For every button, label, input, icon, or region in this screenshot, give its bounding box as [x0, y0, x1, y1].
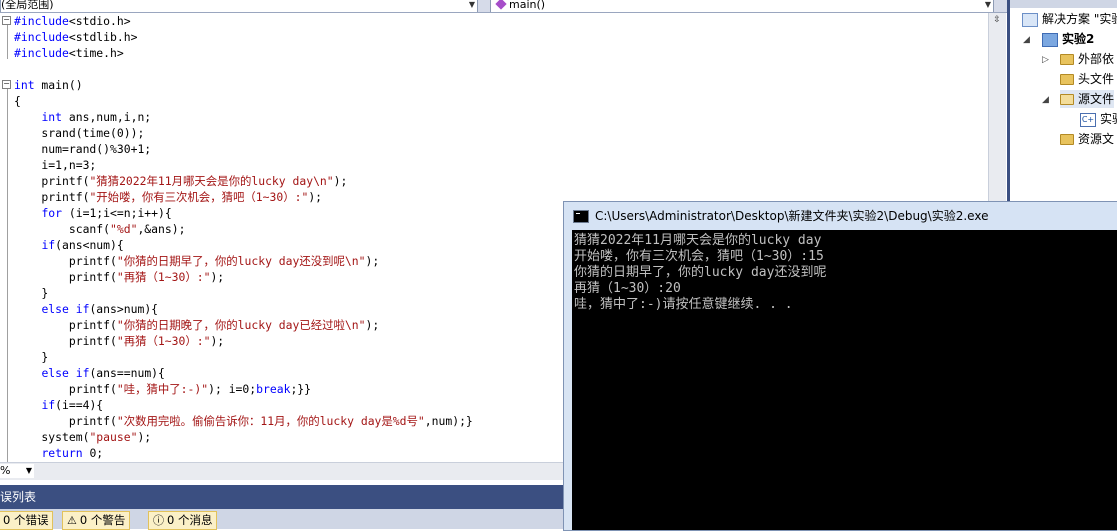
- scope-dropdown[interactable]: (全局范围) ▼: [0, 0, 478, 12]
- code-line[interactable]: scanf("%d",&ans);: [14, 221, 186, 237]
- collapse-toggle-includes[interactable]: −: [2, 16, 11, 25]
- console-window[interactable]: C:\Users\Administrator\Desktop\新建文件夹\实验2…: [563, 201, 1117, 531]
- code-line[interactable]: printf("开始喽，你有三次机会，猜吧（1~30）:");: [14, 189, 322, 205]
- scope-dropdown-value: (全局范围): [1, 0, 54, 11]
- console-icon: [573, 210, 589, 223]
- info-icon: ⓘ: [153, 514, 164, 527]
- collapsed-arrow-icon[interactable]: ▷: [1042, 55, 1049, 65]
- console-line: 猜猜2022年11月哪天会是你的lucky day: [574, 233, 822, 248]
- code-line[interactable]: srand(time(0));: [14, 125, 144, 141]
- code-line[interactable]: {: [14, 93, 21, 109]
- console-line: 你猜的日期早了，你的lucky day还没到呢: [574, 265, 827, 280]
- code-line[interactable]: int main(): [14, 77, 83, 93]
- tree-item-source-file[interactable]: C+ 实验: [1080, 110, 1117, 128]
- console-title: C:\Users\Administrator\Desktop\新建文件夹\实验2…: [595, 209, 989, 223]
- warnings-count: 0 个警告: [79, 513, 126, 527]
- console-line: 再猜（1~30）:20: [574, 281, 681, 296]
- tree-item-solution[interactable]: 解决方案 "实验: [1022, 10, 1117, 28]
- code-line[interactable]: num=rand()%30+1;: [14, 141, 151, 157]
- folder-icon: [1060, 74, 1074, 85]
- console-line: 开始喽，你有三次机会，猜吧（1~30）:15: [574, 249, 824, 264]
- tree-item-project[interactable]: 实验2: [1042, 30, 1094, 48]
- tree-item-label: 资源文: [1078, 132, 1115, 146]
- tree-item-source-files[interactable]: 源文件: [1060, 90, 1115, 108]
- code-line[interactable]: return 0;: [14, 445, 103, 461]
- tree-item-label: 头文件: [1078, 72, 1115, 86]
- code-line[interactable]: else if(ans>num){: [14, 301, 158, 317]
- messages-count: 0 个消息: [167, 513, 213, 527]
- code-line[interactable]: printf("你猜的日期早了，你的lucky day还没到呢\n");: [14, 253, 379, 269]
- code-line[interactable]: printf("再猜（1~30）:");: [14, 269, 224, 285]
- project-icon: [1042, 32, 1058, 47]
- code-line[interactable]: printf("再猜（1~30）:");: [14, 333, 224, 349]
- warning-icon: ⚠: [67, 514, 77, 527]
- tree-item-label: 实验2: [1062, 32, 1095, 46]
- errors-count: 0 个错误: [3, 513, 49, 527]
- code-line[interactable]: printf("猜猜2022年11月哪天会是你的lucky day\n");: [14, 173, 347, 189]
- code-line[interactable]: int ans,num,i,n;: [14, 109, 151, 125]
- member-dropdown-value: main(): [509, 0, 546, 11]
- code-line[interactable]: printf("哇，猜中了:-)"); i=0;break;}}: [14, 381, 311, 397]
- solution-icon: [1022, 12, 1038, 27]
- split-view-icon[interactable]: ⇳: [991, 15, 1003, 25]
- code-line[interactable]: printf("次数用完啦。偷偷告诉你：11月，你的lucky day是%d号"…: [14, 413, 473, 429]
- tree-item-label: 外部依: [1078, 52, 1115, 66]
- outline-line: [7, 89, 8, 462]
- tree-item-label: 实验: [1100, 112, 1117, 126]
- function-icon: [495, 0, 507, 10]
- error-list-toolbar: 0 个错误 ⚠ 0 个警告 ⓘ 0 个消息: [0, 509, 566, 530]
- folder-icon: [1060, 134, 1074, 145]
- expanded-arrow-icon[interactable]: ◢: [1042, 95, 1049, 105]
- code-line[interactable]: else if(ans==num){: [14, 365, 164, 381]
- console-line: 哇，猜中了:-)请按任意键继续. . .: [574, 297, 793, 312]
- outline-line: [7, 25, 8, 59]
- tree-item-resource-files[interactable]: 资源文: [1060, 130, 1114, 148]
- collapse-toggle-main[interactable]: −: [2, 80, 11, 89]
- folder-icon: [1060, 54, 1074, 65]
- code-line[interactable]: if(ans<num){: [14, 237, 123, 253]
- code-line[interactable]: }: [14, 349, 48, 365]
- code-line[interactable]: }: [14, 285, 48, 301]
- solution-explorer-toolbar: [1010, 0, 1117, 8]
- code-line[interactable]: #include<stdio.h>: [14, 13, 131, 29]
- tree-item-header-files[interactable]: 头文件: [1060, 70, 1114, 88]
- tree-item-label: 源文件: [1078, 92, 1115, 106]
- chevron-down-icon: ▼: [984, 0, 991, 9]
- zoom-value: %: [0, 464, 11, 477]
- tree-item-label: 解决方案 "实验: [1042, 12, 1117, 26]
- code-line[interactable]: if(i==4){: [14, 397, 103, 413]
- error-list-title: 误列表: [0, 490, 37, 504]
- zoom-dropdown[interactable]: % ▼: [0, 464, 34, 478]
- code-line[interactable]: for (i=1;i<=n;i++){: [14, 205, 171, 221]
- tree-item-external-deps[interactable]: 外部依: [1060, 50, 1114, 68]
- expanded-arrow-icon[interactable]: ◢: [1023, 35, 1030, 45]
- warnings-filter-button[interactable]: ⚠ 0 个警告: [62, 511, 131, 530]
- console-title-bar[interactable]: C:\Users\Administrator\Desktop\新建文件夹\实验2…: [564, 202, 1117, 230]
- open-folder-icon: [1060, 94, 1074, 105]
- code-line[interactable]: system("pause");: [14, 429, 151, 445]
- code-line[interactable]: #include<stdlib.h>: [14, 29, 137, 45]
- code-line[interactable]: printf("你猜的日期晚了，你的lucky day已经过啦\n");: [14, 317, 379, 333]
- code-line[interactable]: i=1,n=3;: [14, 157, 96, 173]
- navigation-bar: (全局范围) ▼ main() ▼: [0, 0, 1007, 13]
- errors-filter-button[interactable]: 0 个错误: [0, 511, 54, 530]
- chevron-down-icon: ▼: [25, 466, 32, 475]
- error-list-title-bar[interactable]: 误列表: [0, 485, 566, 509]
- outline-gutter: − −: [0, 13, 12, 462]
- messages-filter-button[interactable]: ⓘ 0 个消息: [148, 511, 218, 530]
- member-dropdown[interactable]: main() ▼: [490, 0, 994, 12]
- chevron-down-icon: ▼: [468, 0, 475, 9]
- cpp-file-icon: C+: [1080, 112, 1096, 127]
- console-output[interactable]: 猜猜2022年11月哪天会是你的lucky day 开始喽，你有三次机会，猜吧（1…: [572, 230, 1117, 530]
- code-line[interactable]: #include<time.h>: [14, 45, 124, 61]
